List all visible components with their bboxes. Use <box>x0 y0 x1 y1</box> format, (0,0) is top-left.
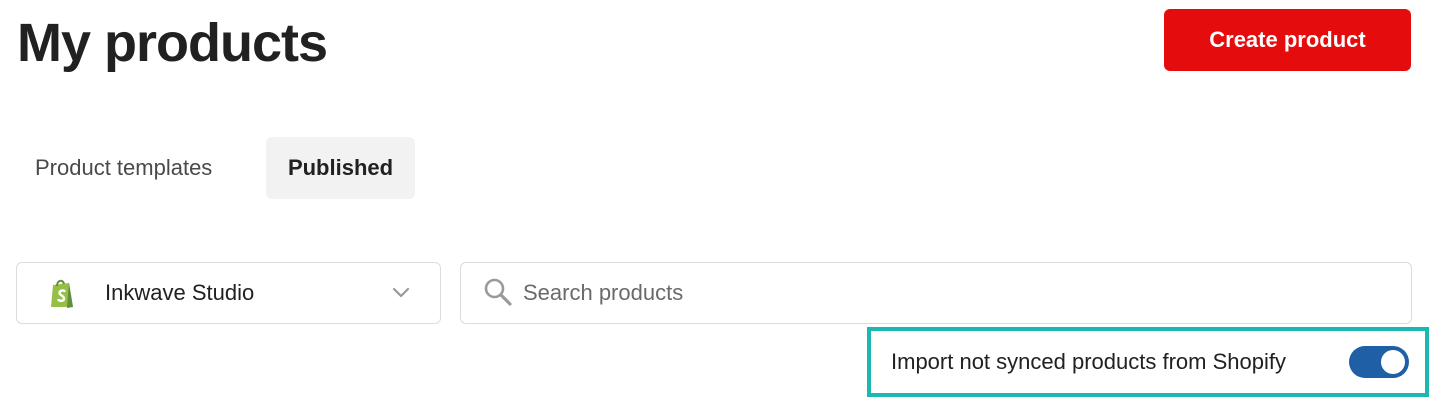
import-not-synced-label: Import not synced products from Shopify <box>891 349 1286 374</box>
store-select[interactable]: Inkwave Studio <box>16 262 441 324</box>
search-box <box>460 262 1412 324</box>
create-product-button[interactable]: Create product <box>1164 9 1411 71</box>
tab-product-templates[interactable]: Product templates <box>18 137 229 199</box>
import-not-synced-option: Import not synced products from Shopify <box>867 327 1429 397</box>
search-icon <box>484 278 512 306</box>
store-name: Inkwave Studio <box>105 280 255 305</box>
chevron-down-icon <box>392 287 410 298</box>
tab-published[interactable]: Published <box>266 137 415 199</box>
search-input[interactable] <box>523 275 1383 311</box>
toggle-knob <box>1381 350 1405 374</box>
page-title: My products <box>17 13 328 73</box>
import-not-synced-toggle[interactable] <box>1349 346 1409 378</box>
shopify-icon <box>51 279 73 308</box>
